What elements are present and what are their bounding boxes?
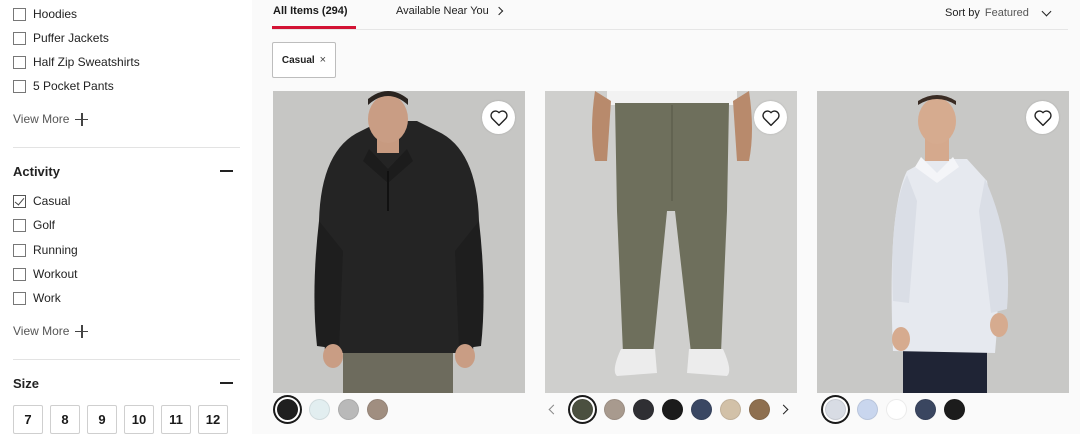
wishlist-heart-button[interactable]	[482, 101, 515, 134]
filter-running[interactable]: Running	[13, 242, 78, 258]
filter-hoodies[interactable]: Hoodies	[13, 6, 77, 22]
color-swatch[interactable]	[749, 399, 770, 420]
filter-label: 5 Pocket Pants	[33, 79, 114, 93]
checkbox[interactable]	[13, 267, 26, 281]
checkbox-checked[interactable]	[13, 194, 26, 208]
color-swatches-product-1	[274, 399, 388, 420]
filter-workout[interactable]: Workout	[13, 266, 77, 282]
color-swatch[interactable]	[720, 399, 741, 420]
filter-label: Golf	[33, 218, 56, 232]
product-image-half-zip	[273, 91, 525, 393]
tab-available-near-you[interactable]: Available Near You	[396, 5, 504, 17]
color-swatch[interactable]	[886, 399, 907, 420]
filter-golf[interactable]: Golf	[13, 217, 55, 233]
chip-label: Casual	[281, 54, 315, 66]
view-more-categories-button[interactable]: View More	[13, 112, 89, 126]
chevron-right-icon[interactable]	[778, 404, 789, 415]
view-more-activity-button[interactable]: View More	[13, 324, 89, 338]
activity-section-title[interactable]: Activity	[13, 164, 60, 179]
filter-work[interactable]: Work	[13, 290, 61, 306]
filter-casual[interactable]: Casual	[13, 193, 70, 209]
collapse-activity-icon[interactable]	[220, 170, 233, 172]
checkbox[interactable]	[13, 243, 26, 257]
wishlist-heart-button[interactable]	[754, 101, 787, 134]
product-card-pants[interactable]	[545, 91, 797, 393]
color-swatch[interactable]	[691, 399, 712, 420]
filter-label: Half Zip Sweatshirts	[33, 55, 140, 69]
filter-5-pocket-pants[interactable]: 5 Pocket Pants	[13, 78, 114, 94]
checkbox[interactable]	[13, 79, 26, 93]
color-swatch[interactable]	[662, 399, 683, 420]
size-section-title[interactable]: Size	[13, 376, 39, 391]
view-more-label: View More	[13, 112, 70, 126]
active-filter-casual-chip[interactable]: Casual ×	[272, 42, 336, 78]
remove-icon[interactable]: ×	[320, 54, 326, 66]
color-swatch[interactable]	[604, 399, 625, 420]
checkbox[interactable]	[13, 218, 26, 232]
divider	[13, 147, 240, 148]
wishlist-heart-button[interactable]	[1026, 101, 1059, 134]
sort-label: Sort by	[945, 7, 980, 19]
size-option-8[interactable]: 8	[50, 405, 80, 434]
tab-all-items[interactable]: All Items (294)	[273, 5, 348, 17]
product-card-shirt[interactable]	[817, 91, 1069, 393]
product-image-pants	[545, 91, 797, 393]
plus-icon	[75, 112, 89, 126]
checkbox[interactable]	[13, 31, 26, 45]
chevron-right-icon	[494, 6, 504, 16]
heart-icon	[489, 109, 508, 126]
filter-label: Running	[33, 243, 78, 257]
color-swatch[interactable]	[338, 399, 359, 420]
size-options: 7 8 9 10 11 12	[13, 405, 228, 434]
filter-label: Work	[33, 291, 61, 305]
checkbox[interactable]	[13, 291, 26, 305]
filter-label: Hoodies	[33, 7, 78, 21]
divider	[13, 359, 240, 360]
color-swatch[interactable]	[572, 399, 593, 420]
size-option-10[interactable]: 10	[124, 405, 154, 434]
color-swatch[interactable]	[825, 399, 846, 420]
heart-icon	[1033, 109, 1052, 126]
filter-sidebar: Hoodies Puffer Jackets Half Zip Sweatshi…	[0, 0, 252, 434]
checkbox[interactable]	[13, 55, 26, 69]
tab-label: Available Near You	[396, 5, 489, 17]
collapse-size-icon[interactable]	[220, 382, 233, 384]
size-option-11[interactable]: 11	[161, 405, 191, 434]
size-option-7[interactable]: 7	[13, 405, 43, 434]
product-image-shirt	[817, 91, 1069, 393]
view-more-label: View More	[13, 324, 70, 338]
color-swatch[interactable]	[309, 399, 330, 420]
size-option-12[interactable]: 12	[198, 405, 228, 434]
color-swatch[interactable]	[633, 399, 654, 420]
plus-icon	[75, 324, 89, 338]
filter-half-zip-sweatshirts[interactable]: Half Zip Sweatshirts	[13, 54, 140, 70]
color-swatches-product-3	[822, 399, 965, 420]
divider	[272, 29, 1068, 30]
chevron-left-icon[interactable]	[548, 404, 559, 415]
color-swatch[interactable]	[277, 399, 298, 420]
sort-dropdown[interactable]: Sort by Featured	[945, 6, 1052, 19]
color-swatch[interactable]	[944, 399, 965, 420]
color-swatch[interactable]	[915, 399, 936, 420]
heart-icon	[761, 109, 780, 126]
filter-puffer-jackets[interactable]: Puffer Jackets	[13, 30, 109, 46]
checkbox[interactable]	[13, 7, 26, 21]
color-swatches-product-2	[548, 399, 789, 420]
filter-label: Puffer Jackets	[33, 31, 109, 45]
filter-label: Workout	[33, 267, 78, 281]
sort-value: Featured	[984, 7, 1029, 19]
chevron-down-icon	[1041, 6, 1052, 16]
color-swatch[interactable]	[367, 399, 388, 420]
color-swatch[interactable]	[857, 399, 878, 420]
filter-label: Casual	[33, 194, 71, 208]
size-option-9[interactable]: 9	[87, 405, 117, 434]
product-card-half-zip[interactable]	[273, 91, 525, 393]
